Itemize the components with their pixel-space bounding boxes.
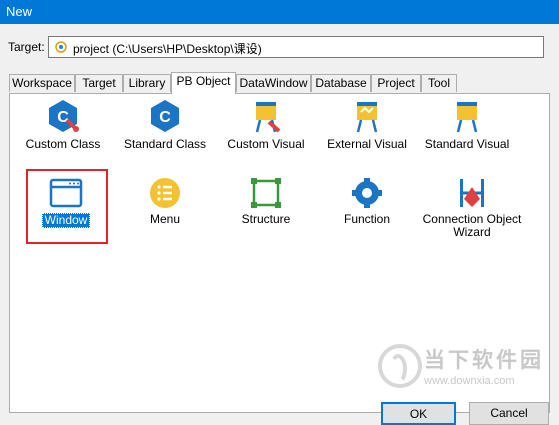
item-custom-visual[interactable]: Custom Visual: [215, 98, 317, 151]
structure-icon: [251, 178, 281, 208]
tab-label: Database: [315, 76, 367, 90]
target-row: Target: project (C:\Users\HP\Desktop\课设): [0, 34, 559, 62]
tab-label: PB Object: [176, 74, 231, 88]
target-icon: [55, 41, 67, 53]
standard-visual-icon: [456, 102, 478, 133]
tab-workspace[interactable]: Workspace: [9, 74, 75, 92]
connection-object-wizard-icon: [460, 179, 484, 207]
item-standard-class[interactable]: C Standard Class: [114, 98, 216, 151]
item-label: Structure: [241, 212, 291, 226]
target-value: project (C:\Users\HP\Desktop\课设): [73, 42, 262, 56]
tab-label: Library: [128, 76, 166, 90]
tab-target[interactable]: Target: [75, 74, 123, 92]
item-custom-class[interactable]: C Custom Class: [12, 98, 114, 151]
watermark: 当下软件园 www.downxia.com: [372, 344, 559, 394]
tab-tool[interactable]: Tool: [421, 74, 457, 92]
item-label: Function: [343, 212, 391, 226]
item-label-line2: Wizard: [453, 225, 491, 239]
cancel-button[interactable]: Cancel: [469, 402, 549, 425]
item-label: External Visual: [327, 137, 407, 151]
tab-datawindow[interactable]: DataWindow: [236, 74, 311, 92]
tab-library[interactable]: Library: [123, 74, 171, 92]
item-label: Menu: [149, 212, 181, 226]
ok-button[interactable]: OK: [381, 402, 456, 425]
tab-database[interactable]: Database: [311, 74, 371, 92]
item-label: Custom Visual: [227, 137, 305, 151]
item-label: Standard Visual: [424, 137, 510, 151]
item-label-line1: Connection Object: [422, 212, 522, 226]
item-structure[interactable]: Structure: [215, 177, 317, 226]
custom-visual-icon: [255, 102, 281, 133]
menu-icon: [150, 178, 180, 208]
tab-label: Target: [82, 76, 116, 90]
tab-label: Workspace: [12, 76, 72, 90]
item-label: Custom Class: [25, 137, 101, 151]
item-external-visual[interactable]: External Visual: [316, 98, 418, 151]
target-label: Target:: [8, 40, 45, 54]
custom-class-icon: C: [49, 100, 79, 132]
item-function[interactable]: Function: [316, 177, 418, 226]
standard-class-icon: C: [151, 100, 179, 132]
tab-project[interactable]: Project: [371, 74, 421, 92]
watermark-name: 当下软件园: [424, 349, 544, 372]
item-menu[interactable]: Menu: [114, 177, 216, 226]
item-label: Connection Object Wizard: [423, 213, 522, 239]
external-visual-icon: [356, 102, 378, 133]
tab-label: Project: [377, 76, 415, 90]
item-connection-object-wizard[interactable]: Connection Object Wizard: [416, 177, 528, 239]
title-bar: New: [0, 0, 559, 24]
tab-label: Tool: [427, 76, 450, 90]
tab-pb-object[interactable]: PB Object: [171, 72, 236, 94]
tab-label: DataWindow: [239, 76, 308, 90]
svg-text:C: C: [159, 109, 171, 126]
window-highlight-box: [26, 169, 108, 244]
item-standard-visual[interactable]: Standard Visual: [416, 98, 518, 151]
window-title: New: [6, 4, 33, 19]
svg-text:C: C: [57, 109, 69, 126]
function-icon: [352, 178, 382, 208]
watermark-url: www.downxia.com: [424, 375, 515, 387]
watermark-logo-icon: [378, 344, 422, 388]
item-label: Standard Class: [123, 137, 207, 151]
target-combobox[interactable]: project (C:\Users\HP\Desktop\课设): [48, 36, 544, 58]
